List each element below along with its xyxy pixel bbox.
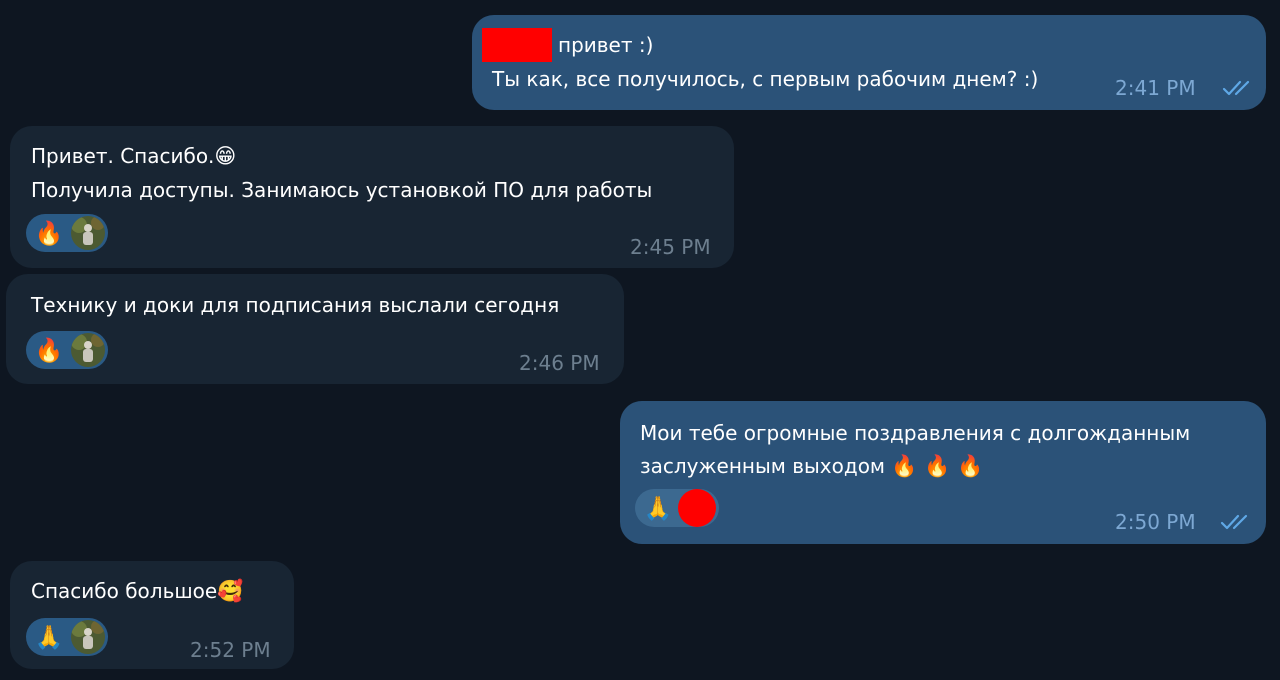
reactor-avatar <box>71 333 105 367</box>
message-time: 2:50 PM <box>1115 510 1196 534</box>
fire-emojis: 🔥 🔥 🔥 <box>891 454 984 478</box>
message-text: Привет. Спасибо. <box>31 144 215 168</box>
double-check-icon <box>1222 80 1250 96</box>
message-incoming-1[interactable]: Привет. Спасибо.😁 Получила доступы. Зани… <box>10 126 734 268</box>
message-time: 2:52 PM <box>190 638 271 662</box>
message-incoming-3[interactable]: Спасибо большое🥰 🙏 2:52 PM <box>10 561 294 669</box>
message-text-line2: Ты как, все получилось, с первым рабочим… <box>492 67 1039 91</box>
message-time: 2:46 PM <box>519 351 600 375</box>
message-text-line2: Получила доступы. Занимаюсь установкой П… <box>31 178 653 202</box>
message-outgoing-2[interactable]: Мои тебе огромные поздравления с долгожд… <box>620 401 1266 544</box>
message-text: заслуженным выходом <box>640 454 886 478</box>
message-time: 2:41 PM <box>1115 76 1196 100</box>
message-text-line1: Привет. Спасибо.😁 <box>31 140 236 172</box>
reactor-avatar <box>71 216 105 250</box>
pray-reaction-icon: 🙏 <box>643 495 673 522</box>
grinning-emoji: 😁 <box>214 144 237 168</box>
pray-reaction-icon: 🙏 <box>34 624 64 651</box>
reaction-pill[interactable]: 🔥 <box>26 214 108 252</box>
message-time: 2:45 PM <box>630 235 711 259</box>
fire-reaction-icon: 🔥 <box>34 337 64 364</box>
smiling-hearts-emoji: 🥰 <box>217 579 244 603</box>
message-incoming-2[interactable]: Технику и доки для подписания выслали се… <box>6 274 624 384</box>
message-text-line2: заслуженным выходом 🔥 🔥 🔥 <box>640 450 983 482</box>
redacted-avatar <box>678 489 716 527</box>
double-check-icon <box>1220 514 1248 530</box>
reaction-pill[interactable]: 🔥 <box>26 331 108 369</box>
message-text-line1: Технику и доки для подписания выслали се… <box>31 293 560 317</box>
reaction-pill[interactable]: 🙏 <box>26 618 108 656</box>
reaction-pill[interactable]: 🙏 <box>635 489 719 527</box>
message-text-line1: Мои тебе огромные поздравления с долгожд… <box>640 421 1191 445</box>
reactor-avatar <box>71 620 105 654</box>
fire-reaction-icon: 🔥 <box>34 220 64 247</box>
message-text: Спасибо большое <box>31 579 218 603</box>
redacted-name <box>482 28 552 62</box>
message-text-line1: Спасибо большое🥰 <box>31 575 243 607</box>
message-outgoing-1[interactable]: привет :) Ты как, все получилось, с перв… <box>472 15 1266 110</box>
message-text-line1: привет :) <box>558 33 654 57</box>
